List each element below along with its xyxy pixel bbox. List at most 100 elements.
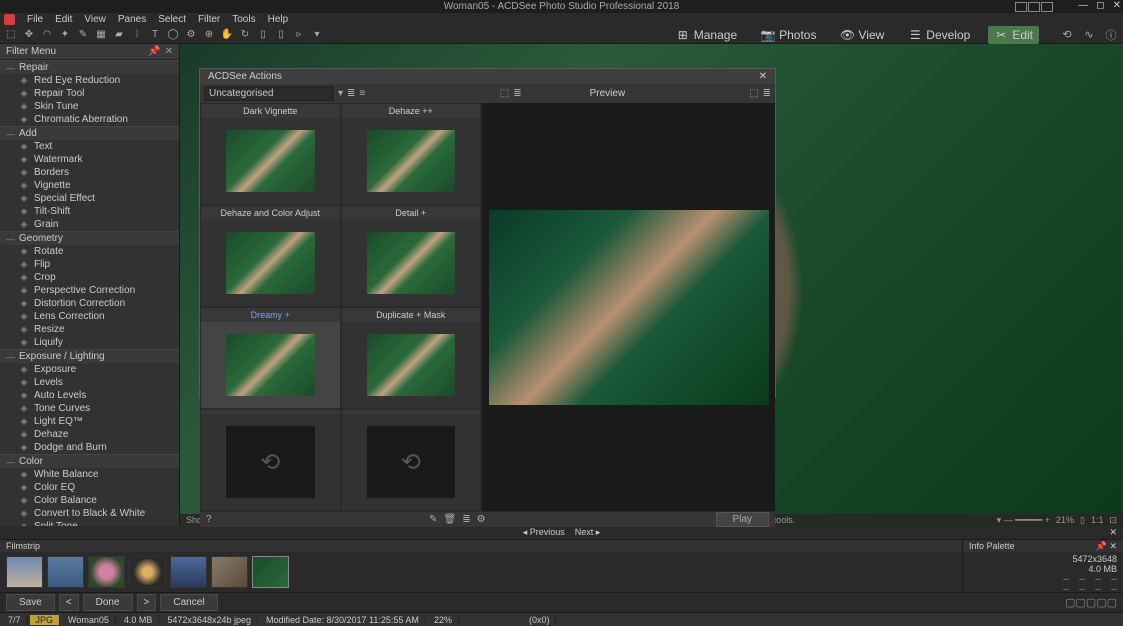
action-cell[interactable]: ⟲ <box>341 409 482 511</box>
previous-button[interactable]: ◂ Previous <box>523 527 565 538</box>
filter-item[interactable]: ◈Crop <box>0 271 179 284</box>
dialog-close-icon[interactable]: ✕ <box>759 71 767 82</box>
gear-icon[interactable]: ⚙ <box>477 514 486 525</box>
preview-list-icon[interactable]: ≣ <box>763 88 771 99</box>
play-icon[interactable]: ▹ <box>292 28 306 42</box>
filter-icon[interactable]: ≡ <box>359 88 365 99</box>
wand-tool-icon[interactable]: ✦ <box>58 28 72 42</box>
filmstrip-thumb[interactable] <box>129 556 166 588</box>
layout-presets[interactable] <box>1015 2 1053 12</box>
actions-grid[interactable]: Dark VignetteDehaze ++Dehaze and Color A… <box>200 103 482 511</box>
close-panel-icon[interactable]: ✕ <box>165 46 173 57</box>
filter-item[interactable]: ◈Skin Tune <box>0 100 179 113</box>
mode-manage[interactable]: ⊞Manage <box>670 26 743 44</box>
list-icon[interactable]: ≣ <box>513 88 521 99</box>
dropdown-icon[interactable]: ▾ <box>310 28 324 42</box>
fill-tool-icon[interactable]: ▰ <box>112 28 126 42</box>
filter-item[interactable]: ◈Light EQ™ <box>0 415 179 428</box>
shape-tool-icon[interactable]: ◯ <box>166 28 180 42</box>
record-icon[interactable]: ✎ <box>429 514 437 525</box>
minimize-icon[interactable]: — <box>1078 0 1088 11</box>
filter-item[interactable]: ◈Dodge and Burn <box>0 441 179 454</box>
maximize-icon[interactable]: ◻ <box>1096 0 1104 11</box>
category-input[interactable] <box>204 86 334 101</box>
checkbox-group[interactable]: ▢▢▢▢▢ <box>1065 596 1117 609</box>
brush-tool-icon[interactable]: ✎ <box>76 28 90 42</box>
filter-item[interactable]: ◈Convert to Black & White <box>0 507 179 520</box>
filter-item[interactable]: ◈Vignette <box>0 179 179 192</box>
filter-item[interactable]: ◈Text <box>0 140 179 153</box>
cancel-button[interactable]: Cancel <box>160 594 217 611</box>
rotate-tool-icon[interactable]: ↻ <box>238 28 252 42</box>
filter-item[interactable]: ◈Resize <box>0 323 179 336</box>
action-cell[interactable]: Dehaze and Color Adjust <box>200 205 341 307</box>
action-cell[interactable]: Dehaze ++ <box>341 103 482 205</box>
expand-grid-icon[interactable]: ⬚ <box>500 88 509 99</box>
menu-file[interactable]: File <box>27 14 43 25</box>
action-cell[interactable]: Dark Vignette <box>200 103 341 205</box>
hand-tool-icon[interactable]: ✋ <box>220 28 234 42</box>
filter-item[interactable]: ◈Tone Curves <box>0 402 179 415</box>
filter-item[interactable]: ◈White Balance <box>0 468 179 481</box>
sort-icon[interactable]: ≣ <box>347 88 355 99</box>
menu-select[interactable]: Select <box>158 14 186 25</box>
filter-item[interactable]: ◈Grain <box>0 218 179 231</box>
play-button[interactable]: Play <box>716 512 769 527</box>
menu-help[interactable]: Help <box>268 14 289 25</box>
filter-item[interactable]: ◈Special Effect <box>0 192 179 205</box>
filter-item[interactable]: ◈Lens Correction <box>0 310 179 323</box>
mode-develop[interactable]: ☰Develop <box>902 26 976 44</box>
info-icon[interactable]: ⓘ <box>1103 28 1119 42</box>
menu-view[interactable]: View <box>84 14 106 25</box>
filter-item[interactable]: ◈Dehaze <box>0 428 179 441</box>
close-icon[interactable]: ✕ <box>1113 0 1121 11</box>
filmstrip-thumb[interactable] <box>47 556 84 588</box>
group1-icon[interactable]: ▯ <box>256 28 270 42</box>
filmstrip-thumb[interactable] <box>88 556 125 588</box>
pin-icon[interactable]: 📌 <box>148 46 160 57</box>
zoom-tool-icon[interactable]: ⊕ <box>202 28 216 42</box>
filter-item[interactable]: ◈Auto Levels <box>0 389 179 402</box>
filter-group-header[interactable]: Exposure / Lighting <box>0 349 179 363</box>
group2-icon[interactable]: ▯ <box>274 28 288 42</box>
filter-item[interactable]: ◈Tilt-Shift <box>0 205 179 218</box>
filter-group-header[interactable]: Repair <box>0 60 179 74</box>
filmstrip-thumb[interactable] <box>211 556 248 588</box>
filter-item[interactable]: ◈Borders <box>0 166 179 179</box>
undo-icon[interactable]: ⟲ <box>1059 28 1075 42</box>
menu-filter[interactable]: Filter <box>198 14 220 25</box>
save-button[interactable]: Save <box>6 594 55 611</box>
settings-tool-icon[interactable]: ⚙ <box>184 28 198 42</box>
filmstrip-thumb[interactable] <box>6 556 43 588</box>
filter-item[interactable]: ◈Red Eye Reduction <box>0 74 179 87</box>
lasso-tool-icon[interactable]: ◠ <box>40 28 54 42</box>
filter-group-header[interactable]: Color <box>0 454 179 468</box>
filter-item[interactable]: ◈Exposure <box>0 363 179 376</box>
prev-image-button[interactable]: < <box>59 594 79 611</box>
menu-tools[interactable]: Tools <box>232 14 255 25</box>
nav-close-icon[interactable]: ✕ <box>1109 527 1117 538</box>
selection-tool-icon[interactable]: ⬚ <box>4 28 18 42</box>
filter-item[interactable]: ◈Watermark <box>0 153 179 166</box>
action-cell[interactable]: Dreamy + <box>200 307 341 409</box>
next-button[interactable]: Next ▸ <box>575 527 601 538</box>
done-button[interactable]: Done <box>83 594 133 611</box>
stack-icon[interactable]: ≣ <box>462 514 470 525</box>
filter-item[interactable]: ◈Rotate <box>0 245 179 258</box>
mode-edit[interactable]: ✂Edit <box>988 26 1039 44</box>
filter-group-header[interactable]: Add <box>0 126 179 140</box>
filter-item[interactable]: ◈Color Balance <box>0 494 179 507</box>
filter-item[interactable]: ◈Repair Tool <box>0 87 179 100</box>
action-cell[interactable]: Duplicate + Mask <box>341 307 482 409</box>
filter-item[interactable]: ◈Levels <box>0 376 179 389</box>
close-info-icon[interactable]: ✕ <box>1109 541 1117 551</box>
filmstrip-thumb[interactable] <box>170 556 207 588</box>
text-tool-icon[interactable]: T <box>148 28 162 42</box>
filter-item[interactable]: ◈Perspective Correction <box>0 284 179 297</box>
pin-icon[interactable]: 📌 <box>1096 541 1107 551</box>
filmstrip-thumb-selected[interactable] <box>252 556 289 588</box>
filter-item[interactable]: ◈Distortion Correction <box>0 297 179 310</box>
filter-item[interactable]: ◈Chromatic Aberration <box>0 113 179 126</box>
delete-icon[interactable]: 🗑 <box>443 514 456 525</box>
filter-item[interactable]: ◈Flip <box>0 258 179 271</box>
